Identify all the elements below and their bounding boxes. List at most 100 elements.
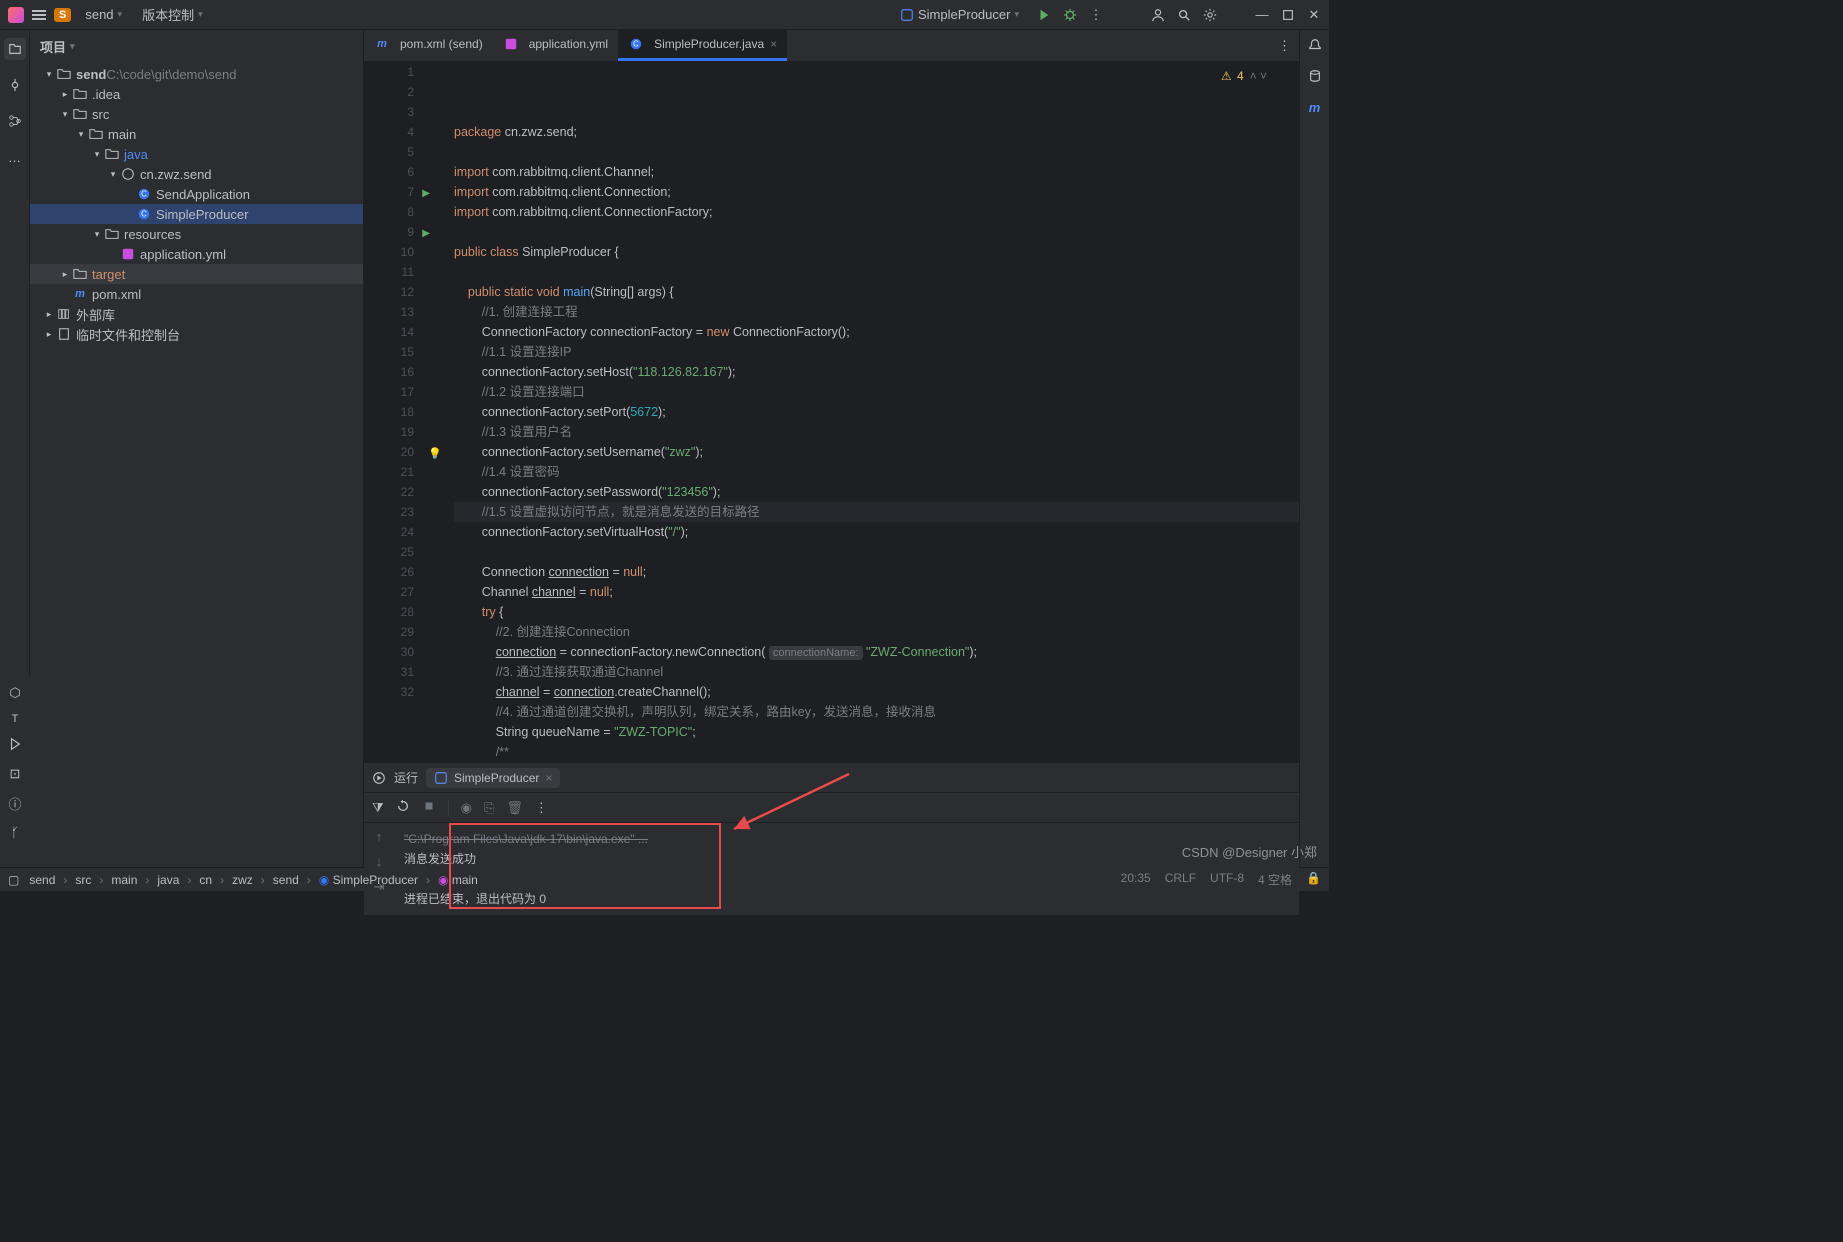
- tab-more-button[interactable]: ⋮: [1278, 30, 1299, 61]
- minimize-button[interactable]: —: [1255, 8, 1269, 22]
- editor-area: mpom.xml (send)application.ymlCSimplePro…: [364, 30, 1299, 762]
- svg-text:C: C: [141, 210, 147, 219]
- chevron-down-icon[interactable]: ▾: [70, 41, 75, 52]
- up-icon[interactable]: ↑: [376, 829, 383, 844]
- right-tool-rail: m: [1299, 30, 1329, 867]
- camera-icon[interactable]: ◉: [461, 800, 472, 816]
- hex-icon[interactable]: ⬡: [9, 685, 20, 701]
- run-toolbar: ⧩ ◉ ⎘ 🗑 ⋮: [364, 793, 1299, 823]
- vcs-dropdown[interactable]: 版本控制 ▾: [136, 3, 209, 26]
- stop-button[interactable]: [422, 799, 436, 816]
- breadcrumb-cn[interactable]: cn: [199, 873, 212, 887]
- project-panel: 项目 ▾ ▾send C:\code\git\demo\send▸.idea▾s…: [30, 30, 364, 867]
- run-panel-label: 运行: [394, 769, 418, 786]
- svg-text:C: C: [141, 190, 147, 199]
- editor-gutter[interactable]: 1234567▶89▶1011121314151617181920💡212223…: [364, 62, 422, 762]
- close-icon[interactable]: ×: [545, 771, 552, 785]
- run-active-icon[interactable]: [8, 737, 22, 754]
- rerun-button[interactable]: [396, 799, 410, 816]
- main-menu-button[interactable]: [32, 10, 46, 20]
- run-config-dropdown[interactable]: SimpleProducer▾: [894, 5, 1025, 24]
- run-button[interactable]: [1037, 8, 1051, 22]
- notifications-button[interactable]: [1308, 38, 1322, 55]
- title-bar: S send▾ 版本控制▾ SimpleProducer▾ ⋮ — ✕: [0, 0, 1329, 30]
- text-icon[interactable]: T: [12, 713, 19, 725]
- bottom-left-rail: ⬡ T ⊡ ⓘ ᚶ: [0, 677, 30, 867]
- tree-item-SendApplication[interactable]: CSendApplication: [30, 184, 363, 204]
- project-dropdown[interactable]: send ▾: [79, 5, 128, 24]
- scroll-filter-icon[interactable]: ⧩: [372, 800, 384, 816]
- warn-count: 4: [1237, 66, 1244, 86]
- more-tool-button[interactable]: …: [4, 146, 26, 168]
- close-button[interactable]: ✕: [1307, 8, 1321, 22]
- code-editor[interactable]: ⚠ 4 ˄ ˅ package cn.zwz.send;import com.r…: [442, 62, 1299, 762]
- tree-item-pom-xml[interactable]: mpom.xml: [30, 284, 363, 304]
- dot-icon[interactable]: ⊡: [10, 766, 21, 782]
- lock-icon[interactable]: 🔒: [1306, 871, 1321, 888]
- maximize-button[interactable]: [1281, 8, 1295, 22]
- tree-item--idea[interactable]: ▸.idea: [30, 84, 363, 104]
- breadcrumb-send[interactable]: send: [273, 873, 299, 887]
- tree-item-target[interactable]: ▸target: [30, 264, 363, 284]
- account-icon[interactable]: [1151, 8, 1165, 22]
- settings-icon[interactable]: [1203, 8, 1217, 22]
- down-icon[interactable]: ↓: [376, 854, 383, 869]
- exit-icon[interactable]: ⎘: [484, 800, 494, 816]
- tab-SimpleProducer-java[interactable]: CSimpleProducer.java×: [618, 30, 787, 61]
- commit-tool-button[interactable]: [4, 74, 26, 96]
- run-output-rail: ↑ ↓ ⇥: [364, 823, 394, 915]
- info-icon[interactable]: ⓘ: [8, 794, 21, 813]
- database-button[interactable]: [1308, 69, 1322, 86]
- tree-item-resources[interactable]: ▾resources: [30, 224, 363, 244]
- tree-item--[interactable]: ▸临时文件和控制台: [30, 324, 363, 344]
- structure-tool-button[interactable]: [4, 110, 26, 132]
- more-icon[interactable]: ⋮: [535, 800, 548, 816]
- tree-item-cn-zwz-send[interactable]: ▾cn.zwz.send: [30, 164, 363, 184]
- watermark: CSDN @Designer 小郑: [1182, 842, 1317, 861]
- chevron-down-icon: ▾: [198, 9, 203, 20]
- run-panel-icon: [372, 771, 386, 785]
- chevron-down-icon: ▾: [1014, 9, 1019, 20]
- trash-icon[interactable]: 🗑: [506, 800, 523, 816]
- run-config-label: SimpleProducer: [918, 7, 1011, 22]
- tree-item--[interactable]: ▸外部库: [30, 304, 363, 324]
- warnings-badge[interactable]: ⚠ 4 ˄ ˅: [1221, 66, 1267, 86]
- project-panel-header: 项目 ▾: [30, 30, 363, 62]
- project-tree[interactable]: ▾send C:\code\git\demo\send▸.idea▾src▾ma…: [30, 62, 363, 867]
- run-config-icon: [434, 771, 448, 785]
- git-icon[interactable]: ᚶ: [11, 825, 19, 840]
- vcs-label: 版本控制: [142, 5, 194, 24]
- tree-item-send[interactable]: ▾send C:\code\git\demo\send: [30, 64, 363, 84]
- close-icon: ×: [770, 37, 777, 51]
- editor-tabs: mpom.xml (send)application.ymlCSimplePro…: [364, 30, 1299, 62]
- tree-item-main[interactable]: ▾main: [30, 124, 363, 144]
- breadcrumb-zwz[interactable]: zwz: [232, 873, 253, 887]
- run-tab-label: SimpleProducer: [454, 771, 539, 785]
- more-button[interactable]: ⋮: [1089, 8, 1103, 22]
- search-icon[interactable]: [1177, 8, 1191, 22]
- run-panel: 运行 SimpleProducer × ⧩ ◉ ⎘ 🗑 ⋮: [364, 762, 1299, 915]
- maven-button[interactable]: m: [1309, 100, 1321, 115]
- debug-button[interactable]: [1063, 8, 1077, 22]
- chevron-down-icon: ▾: [118, 9, 123, 20]
- breadcrumb-src[interactable]: src: [75, 873, 91, 887]
- project-panel-title: 项目: [40, 37, 66, 56]
- project-badge: S: [54, 8, 71, 22]
- run-output[interactable]: "C:\Program Files\Java\jdk-17\bin\java.e…: [394, 823, 1299, 915]
- vcs-status-icon[interactable]: ▢: [8, 873, 19, 887]
- tab-pom-xml-send-[interactable]: mpom.xml (send): [364, 30, 493, 61]
- tab-application-yml[interactable]: application.yml: [493, 30, 618, 61]
- app-logo-icon: [8, 7, 24, 23]
- run-tab[interactable]: SimpleProducer ×: [426, 768, 560, 788]
- project-name: send: [85, 7, 113, 22]
- tree-item-java[interactable]: ▾java: [30, 144, 363, 164]
- run-config-icon: [900, 8, 914, 22]
- tree-item-SimpleProducer[interactable]: CSimpleProducer: [30, 204, 363, 224]
- tree-item-application-yml[interactable]: application.yml: [30, 244, 363, 264]
- breadcrumb-java[interactable]: java: [157, 873, 179, 887]
- project-tool-button[interactable]: [4, 38, 26, 60]
- breadcrumb-main[interactable]: main: [111, 873, 137, 887]
- breadcrumb-send[interactable]: send: [29, 873, 55, 887]
- tree-item-src[interactable]: ▾src: [30, 104, 363, 124]
- svg-text:C: C: [633, 40, 639, 49]
